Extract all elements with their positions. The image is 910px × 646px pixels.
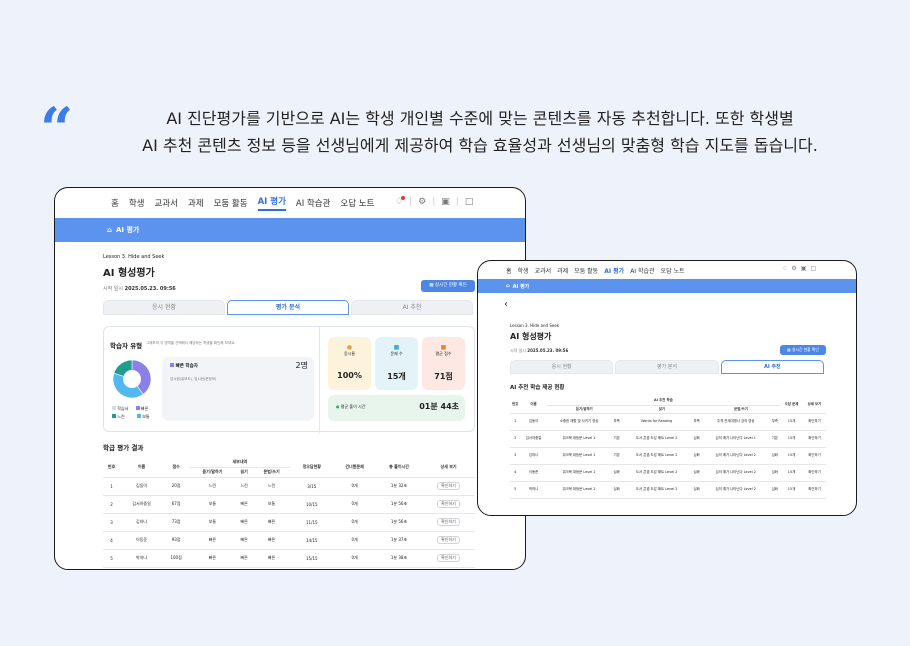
stat-card-score: ■ 평균 점수 71점 [422,337,465,390]
lesson-label: Lesson 3. Hide and Seek [510,323,560,328]
table-row: 2 김서아중일 67점 보통 빠른 보통 10/15 0개 1분 56초 확인하기 [103,495,475,514]
nav-item-assignment[interactable]: 과제 [557,266,568,275]
nav-item-textbook[interactable]: 교과서 [154,197,177,209]
table-row: 3 김하나 워크북 대등문 Level 1 기본 도서 콘셉 도감 해트 Level 2… [510,447,826,465]
lesson-label: Lesson 3. Hide and Seek [103,254,165,260]
nav-item-assignment[interactable]: 과제 [188,197,204,209]
home-icon[interactable]: ⌂ [107,226,112,234]
view-button[interactable]: 확인하기 [802,481,826,499]
start-time: 시작 일시 2025.05.23. 09:56 [103,286,176,292]
legend-item: 보통 [136,414,150,419]
top-nav-secondary: 홈 학생 교과서 과제 모둠 활동 AI 평가 AI 학습관 오답 노트 ♢ ⚙… [478,261,856,279]
pie-legend: 학습서 빠른 느린 보통 [112,405,162,421]
bell-icon[interactable]: ♢ [395,196,406,207]
table-row: 4 이동준 93점 빠른 빠른 빠른 14/15 0개 1분 37초 확인하기 [103,531,475,550]
nav-item-group[interactable]: 모둠 활동 [214,197,248,209]
table-row: 3 김하나 73점 보통 빠른 빠른 11/15 0개 1분 56초 확인하기 [103,513,475,532]
nav-item-ai-learning[interactable]: AI 학습관 [630,266,654,275]
page-title: AI 형성평가 [510,332,552,341]
nav-item-home[interactable]: 홈 [111,197,119,209]
tab-status[interactable]: 응시 현황 [103,300,225,315]
recommend-body: 1 김동이 소중한 재활 및 사귀기 영상 부족 Words for Reading 부족… [510,413,826,499]
chat-icon[interactable]: ▣ [801,265,807,272]
nav-item-wrong-notes[interactable]: 오답 노트 [661,266,685,275]
realtime-button[interactable]: ▩ 실시간 현황 확인 [780,345,826,355]
back-icon[interactable]: ‹ [504,299,508,310]
bar-title: AI 평가 [116,226,140,234]
nav-item-home[interactable]: 홈 [506,266,512,275]
bell-icon[interactable]: ♢ [782,265,787,272]
home-icon[interactable]: ⌂ [506,283,510,289]
caption-line-1: AI 진단평가를 기반으로 AI는 학생 개인별 수준에 맞는 콘텐츠를 자동 … [166,109,794,128]
view-button[interactable]: 확인하기 [437,536,460,544]
view-button[interactable]: 확인하기 [437,482,460,490]
view-button[interactable]: 확인하기 [802,430,826,448]
legend-item: 학습서 [112,406,128,411]
view-button[interactable]: 확인하기 [437,554,460,562]
table-row: 4 이동준 워크북 대등문 Level 2 심화 도서 콘셉 도감 해트 Level 2… [510,464,826,482]
quote-icon: “ [40,95,74,163]
analysis-panel: 학습자 유형 그래프의 각 영역을 선택해서 해당하는 학생을 확인해 보세요.… [103,326,475,433]
ai-eval-bar: ⌂ AI 평가 [55,218,525,242]
results-body: 1 김동이 20점 느린 느린 느린 3/15 0개 1분 32초 확인하기 2 김서아중일 67점 보… [103,477,475,568]
table-row: 2 김서아중일 워크북 대등문 Level 1 기본 도서 콘셉 도감 해트 Level… [510,430,826,448]
section-title: AI 추천 학습 제공 현황 [510,385,565,391]
gear-icon[interactable]: ⚙ [418,197,426,207]
main-window: 홈 학생 교과서 과제 모둠 활동 AI 평가 AI 학습관 오답 노트 ♢ |… [54,187,526,570]
stat-card-rate: ● 응시율 100% [328,337,371,390]
tab-ai-recommend[interactable]: AI 추천 [720,360,824,374]
caption: AI 진단평가를 기반으로 AI는 학생 개인별 수준에 맞는 콘텐츠를 자동 … [70,105,890,159]
nav-item-ai-eval[interactable]: AI 평가 [604,266,624,275]
start-time: 시작 일시 2025.05.23. 09:56 [510,348,569,353]
learner-type-pie[interactable] [112,359,152,399]
caption-line-2: AI 추천 콘텐츠 정보 등을 선생님에게 제공하여 학습 효율성과 선생님의 … [142,136,818,155]
type-desc: 그래프의 각 영역을 선택해서 해당하는 학생을 확인해 보세요. [146,341,236,345]
tab-analysis[interactable]: 평가 분석 [615,360,719,374]
legend-item: 느린 [112,414,125,419]
stat-card-questions: ■ 문제 수 15개 [375,337,418,390]
nav-item-students[interactable]: 학생 [129,197,145,209]
nav-item-textbook[interactable]: 교과서 [535,266,552,275]
ai-recommend-window: 홈 학생 교과서 과제 모둠 활동 AI 평가 AI 학습관 오답 노트 ♢ ⚙… [477,260,857,516]
selected-type-box: 빠른 학습자 2명 임시현(유보도), 임시현(문창모) [162,357,314,421]
nav-item-ai-eval[interactable]: AI 평가 [257,195,286,211]
selected-type: 빠른 학습자 [175,364,198,369]
tab-bar: 응시 현황 평가 분석 AI 추천 [510,360,826,374]
results-title: 학급 평가 결과 [103,444,144,452]
selected-count: 2명 [295,361,308,370]
page-title: AI 형성평가 [103,268,155,279]
tab-status[interactable]: 응시 현황 [510,360,614,374]
table-row: 5 박하나 100점 빠른 빠른 빠른 15/15 0개 1분 38초 확인하기 [103,549,475,568]
nav-item-wrong-notes[interactable]: 오답 노트 [340,197,374,209]
tab-ai-recommend[interactable]: AI 추천 [351,300,473,315]
view-button[interactable]: 확인하기 [802,413,826,431]
document-icon[interactable]: □ [465,197,474,207]
top-nav: 홈 학생 교과서 과제 모둠 활동 AI 평가 AI 학습관 오답 노트 ♢ |… [111,195,474,211]
table-row: 1 김동이 소중한 재활 및 사귀기 영상 부족 Words for Reading 부족… [510,413,826,431]
view-button[interactable]: 확인하기 [437,500,460,508]
chat-icon[interactable]: ▣ [441,197,450,207]
nav-item-ai-learning[interactable]: AI 학습관 [296,197,330,209]
view-button[interactable]: 확인하기 [437,518,460,526]
document-icon[interactable]: □ [810,265,816,272]
results-table: 번호 이름 점수 세부내역 정오답현황 건너뛴문제 총 풀이시간 상세 보기 듣… [103,457,475,568]
tab-bar: 응시 현황 평가 분석 AI 추천 [103,300,475,315]
legend-item: 빠른 [135,406,148,411]
type-title: 학습자 유형 [110,342,143,350]
view-button[interactable]: 확인하기 [802,464,826,482]
table-row: 5 박하나 워크북 대등문 Level 2 심화 도서 콘셉 도감 해트 Level 2… [510,481,826,499]
tab-analysis[interactable]: 평가 분석 [227,300,349,315]
view-button[interactable]: 확인하기 [802,447,826,465]
nav-item-group[interactable]: 모둠 활동 [574,266,598,275]
gear-icon[interactable]: ⚙ [791,265,796,272]
avg-time-card: ● 평균 풀이 시간 01분 44초 [328,395,465,421]
table-row: 1 김동이 20점 느린 느린 느린 3/15 0개 1분 32초 확인하기 [103,477,475,496]
recommend-table: 번호 이름 AI 추천 학습 오답 문제 상세 보기 듣기/말하기 읽기 문법/… [510,397,826,499]
nav-item-students[interactable]: 학생 [518,266,529,275]
ai-eval-bar-secondary: ⌂ AI 평가 [478,279,856,293]
realtime-button[interactable]: ▩ 실시간 현황 확인 [421,280,475,292]
selected-names: 임시현(유보도), 임시현(문창모) [170,377,217,381]
